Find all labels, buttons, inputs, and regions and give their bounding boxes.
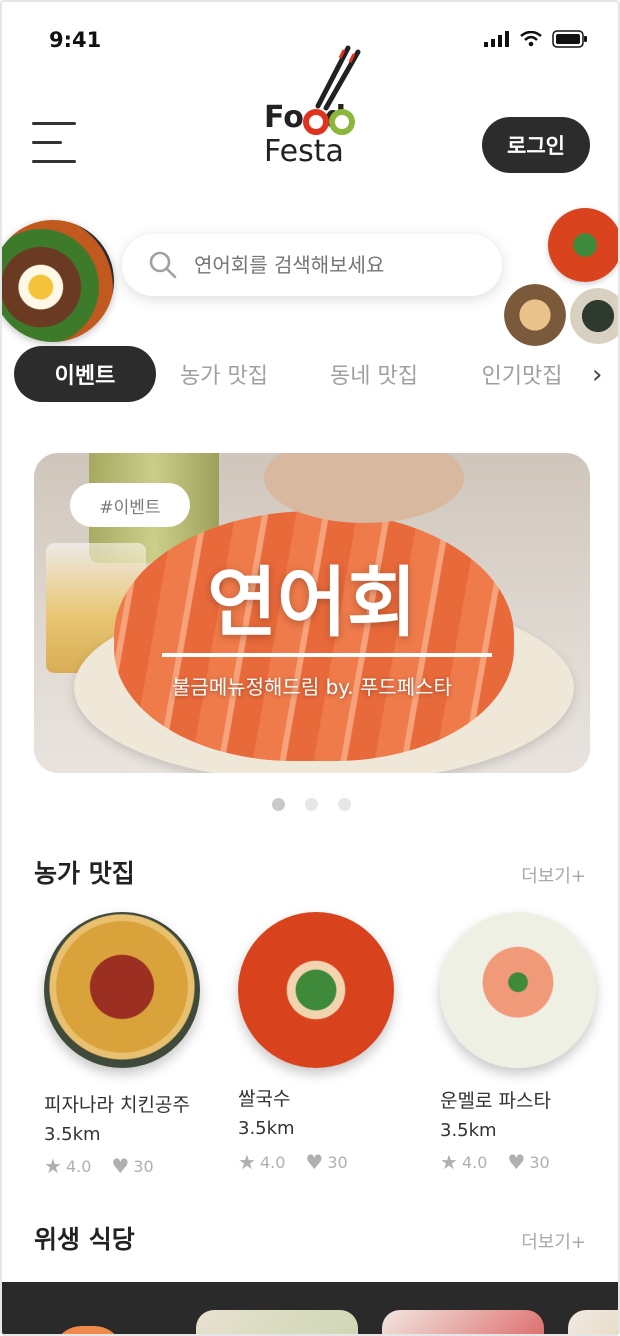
rating-value: 4.0 <box>65 1156 92 1176</box>
star-icon: ★ <box>440 1150 458 1174</box>
restaurant-name: 쌀국수 <box>238 1088 291 1110</box>
search-bar[interactable] <box>122 234 502 296</box>
restaurant-card[interactable]: 운멜로 파스타 3.5km ★ 4.0 ♥ 30 <box>440 912 618 1182</box>
rating-value: 4.0 <box>259 1152 286 1172</box>
star-icon: ★ <box>238 1150 256 1174</box>
tab-popular-restaurants[interactable]: 인기맛집 <box>466 346 578 402</box>
farm-more-link[interactable]: 더보기+ <box>521 862 586 888</box>
likes-count: 30 <box>529 1152 550 1172</box>
banner-subtitle: 불금메뉴정해드림 by. 푸드페스타 <box>172 675 452 699</box>
wifi-icon <box>520 31 542 47</box>
heart-icon: ♥ <box>111 1154 130 1178</box>
strip-card-image[interactable] <box>196 1310 358 1334</box>
hygiene-more-link[interactable]: 더보기+ <box>521 1228 586 1254</box>
strip-badge <box>52 1326 124 1334</box>
tab-farm-restaurants[interactable]: 농가 맛집 <box>164 346 284 402</box>
restaurant-distance: 3.5km <box>440 1120 497 1141</box>
tab-event[interactable]: 이벤트 <box>14 346 156 402</box>
search-input[interactable] <box>194 253 474 277</box>
event-banner[interactable]: #이벤트 연어회 불금메뉴정해드림 by. 푸드페스타 <box>34 453 590 773</box>
banner-title: 연어회 <box>207 558 417 647</box>
restaurant-name: 피자나라 치킨공주 <box>44 1094 190 1116</box>
pasta-bowl-image <box>44 912 200 1068</box>
bibimbap-image <box>2 220 114 342</box>
restaurant-card[interactable]: 쌀국수 3.5km ★ 4.0 ♥ 30 <box>238 912 418 1182</box>
hygiene-section-title: 위생 식당 <box>34 1225 135 1254</box>
category-tabs: 이벤트 농가 맛집 동네 맛집 인기맛집 › <box>14 346 618 402</box>
heart-icon: ♥ <box>305 1150 324 1174</box>
battery-icon <box>552 30 587 48</box>
strip-card-image[interactable] <box>568 1310 618 1334</box>
restaurant-distance: 3.5km <box>238 1118 295 1139</box>
noodle-image <box>504 284 566 346</box>
signal-icon <box>484 31 509 47</box>
logo-text-festa: Festa <box>264 134 344 169</box>
restaurant-name: 운멜로 파스타 <box>440 1090 551 1112</box>
hygiene-restaurant-strip <box>2 1282 618 1334</box>
restaurant-meta: ★ 4.0 ♥ 30 <box>238 1150 348 1174</box>
carousel-dot-3[interactable] <box>338 798 351 811</box>
likes-count: 30 <box>327 1152 348 1172</box>
restaurant-meta: ★ 4.0 ♥ 30 <box>44 1154 154 1178</box>
restaurant-distance: 3.5km <box>44 1124 101 1145</box>
heart-icon: ♥ <box>507 1150 526 1174</box>
farm-section-title: 농가 맛집 <box>34 859 135 888</box>
star-icon: ★ <box>44 1154 62 1178</box>
carousel-dot-2[interactable] <box>305 798 318 811</box>
carousel-dot-1[interactable] <box>272 798 285 811</box>
restaurant-card[interactable]: 피자나라 치킨공주 3.5km ★ 4.0 ♥ 30 <box>44 912 224 1182</box>
pho-bowl-image <box>238 912 394 1068</box>
search-icon <box>149 251 177 279</box>
strip-card-image[interactable] <box>382 1310 544 1334</box>
side-dish-image <box>570 288 618 344</box>
stew-image <box>548 208 618 282</box>
status-time: 9:41 <box>49 28 102 52</box>
carousel-dots <box>272 798 351 811</box>
tab-local-restaurants[interactable]: 동네 맛집 <box>314 346 434 402</box>
login-button[interactable]: 로그인 <box>482 117 590 173</box>
likes-count: 30 <box>133 1156 154 1176</box>
app-screen: 9:41 Food <box>0 0 620 1336</box>
chevron-right-icon[interactable]: › <box>592 360 602 390</box>
cream-pasta-bowl-image <box>440 912 596 1068</box>
status-icons <box>484 30 588 48</box>
restaurant-meta: ★ 4.0 ♥ 30 <box>440 1150 550 1174</box>
food-festa-logo: Food Festa <box>260 44 370 170</box>
banner-tag: #이벤트 <box>70 483 190 527</box>
hamburger-menu-button[interactable] <box>32 122 78 164</box>
banner-divider <box>162 653 492 657</box>
rating-value: 4.0 <box>461 1152 488 1172</box>
